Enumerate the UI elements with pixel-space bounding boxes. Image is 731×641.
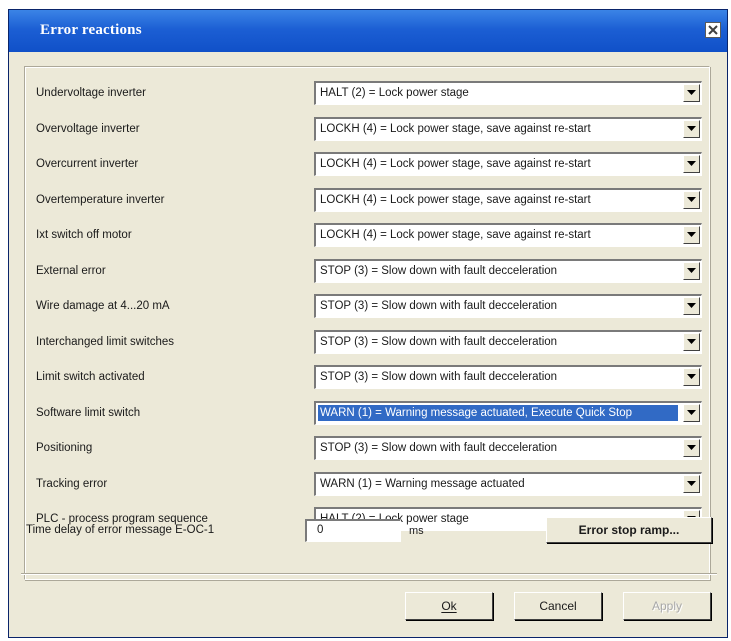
error-reaction-select[interactable]: WARN (1) = Warning message actuated (314, 472, 702, 496)
error-reaction-select[interactable]: STOP (3) = Slow down with fault decceler… (314, 365, 702, 389)
error-reaction-select[interactable]: STOP (3) = Slow down with fault decceler… (314, 294, 702, 318)
error-reaction-row: Overcurrent inverter LOCKH (4) = Lock pow… (25, 152, 709, 178)
chevron-down-icon (687, 232, 696, 237)
error-reaction-row: External error STOP (3) = Slow down with … (25, 259, 709, 285)
error-reaction-select[interactable]: STOP (3) = Slow down with fault decceler… (314, 259, 702, 283)
error-reaction-value: STOP (3) = Slow down with fault decceler… (320, 300, 558, 312)
error-reaction-value: WARN (1) = Warning message actuated, Exe… (318, 405, 678, 421)
chevron-down-icon (687, 126, 696, 131)
error-reaction-value: STOP (3) = Slow down with fault decceler… (320, 371, 558, 383)
error-reaction-select[interactable]: WARN (1) = Warning message actuated, Exe… (314, 401, 702, 425)
error-reaction-select[interactable]: LOCKH (4) = Lock power stage, save again… (314, 223, 702, 247)
error-reaction-row: Limit switch activated STOP (3) = Slow do… (25, 365, 709, 391)
error-reaction-label: Interchanged limit switches (36, 336, 175, 348)
error-reaction-row: Interchanged limit switches STOP (3) = Sl… (25, 330, 709, 356)
dropdown-button[interactable] (683, 368, 700, 386)
chevron-down-icon (687, 90, 696, 95)
window-title: Error reactions (40, 22, 142, 38)
title-bar[interactable]: Error reactions (9, 10, 727, 52)
chevron-down-icon (687, 339, 696, 344)
dropdown-button[interactable] (683, 297, 700, 315)
chevron-down-icon (687, 374, 696, 379)
error-reaction-select[interactable]: STOP (3) = Slow down with fault decceler… (314, 330, 702, 354)
error-reaction-select[interactable]: LOCKH (4) = Lock power stage, save again… (314, 152, 702, 176)
apply-label: Apply (651, 599, 683, 613)
error-reaction-value: LOCKH (4) = Lock power stage, save again… (320, 229, 591, 241)
error-reaction-row: Wire damage at 4...20 mA STOP (3) = Slow … (25, 294, 709, 320)
close-icon (708, 25, 718, 35)
ok-label: Ok (441, 599, 457, 613)
error-reaction-value: STOP (3) = Slow down with fault decceler… (320, 442, 558, 454)
error-reaction-row: Ixt switch off motor LOCKH (4) = Lock pow… (25, 223, 709, 249)
error-reaction-row: Overtemperature inverter LOCKH (4) = Lock… (25, 188, 709, 214)
error-reaction-value: LOCKH (4) = Lock power stage, save again… (320, 158, 591, 170)
error-reaction-label: Overcurrent inverter (36, 158, 139, 170)
dropdown-button[interactable] (683, 155, 700, 173)
error-reaction-select[interactable]: STOP (3) = Slow down with fault decceler… (314, 436, 702, 460)
dropdown-button[interactable] (683, 475, 700, 493)
error-reaction-row: Undervoltage inverter HALT (2) = Lock pow… (25, 81, 709, 107)
error-reaction-label: Ixt switch off motor (36, 229, 132, 241)
chevron-down-icon (687, 445, 696, 450)
chevron-down-icon (687, 268, 696, 273)
dropdown-button[interactable] (683, 120, 700, 138)
dropdown-button[interactable] (683, 191, 700, 209)
error-reaction-label: Overvoltage inverter (36, 123, 140, 135)
dropdown-button[interactable] (683, 262, 700, 280)
error-reaction-label: Overtemperature inverter (36, 194, 165, 206)
chevron-down-icon (687, 197, 696, 202)
dropdown-button[interactable] (683, 404, 700, 422)
error-reaction-row: Tracking error WARN (1) = Warning message… (25, 472, 709, 498)
ok-button[interactable]: Ok (405, 592, 493, 620)
error-reaction-label: Wire damage at 4...20 mA (36, 300, 170, 312)
error-reaction-row: Software limit switch WARN (1) = Warning … (25, 401, 709, 427)
error-reaction-label: External error (36, 265, 106, 277)
apply-button[interactable]: Apply (623, 592, 711, 620)
error-reaction-value: STOP (3) = Slow down with fault decceler… (320, 336, 558, 348)
error-stop-ramp-button[interactable]: Error stop ramp... (546, 517, 712, 543)
error-reaction-value: LOCKH (4) = Lock power stage, save again… (320, 123, 591, 135)
chevron-down-icon (687, 410, 696, 415)
error-reactions-dialog: Error reactions Undervoltage inverter HAL… (8, 9, 728, 638)
time-delay-input[interactable]: 0 (305, 519, 401, 542)
error-reaction-select[interactable]: HALT (2) = Lock power stage (314, 81, 702, 105)
error-reaction-value: STOP (3) = Slow down with fault decceler… (320, 265, 558, 277)
dropdown-button[interactable] (683, 226, 700, 244)
cancel-label: Cancel (539, 599, 577, 613)
time-delay-label: Time delay of error message E-OC-1 (26, 524, 215, 536)
dropdown-button[interactable] (683, 84, 700, 102)
error-reaction-value: HALT (2) = Lock power stage (320, 87, 469, 99)
chevron-down-icon (687, 481, 696, 486)
cancel-button[interactable]: Cancel (514, 592, 602, 620)
error-reaction-label: Limit switch activated (36, 371, 145, 383)
error-reaction-label: Undervoltage inverter (36, 87, 146, 99)
time-delay-unit: ms (409, 525, 424, 537)
error-reaction-label: Tracking error (36, 478, 108, 490)
dropdown-button[interactable] (683, 439, 700, 457)
error-reaction-label: Software limit switch (36, 407, 141, 419)
error-reaction-row: Overvoltage inverter LOCKH (4) = Lock pow… (25, 117, 709, 143)
error-reaction-label: Positioning (36, 442, 93, 454)
error-reaction-select[interactable]: LOCKH (4) = Lock power stage, save again… (314, 188, 702, 212)
error-reaction-value: LOCKH (4) = Lock power stage, save again… (320, 194, 591, 206)
dropdown-button[interactable] (683, 333, 700, 351)
error-reaction-value: WARN (1) = Warning message actuated (320, 478, 525, 490)
separator (21, 573, 717, 575)
error-reaction-row: Positioning STOP (3) = Slow down with fau… (25, 436, 709, 462)
error-reaction-select[interactable]: LOCKH (4) = Lock power stage, save again… (314, 117, 702, 141)
chevron-down-icon (687, 161, 696, 166)
error-reactions-group: Undervoltage inverter HALT (2) = Lock pow… (24, 66, 710, 580)
close-button[interactable] (705, 22, 721, 38)
chevron-down-icon (687, 303, 696, 308)
